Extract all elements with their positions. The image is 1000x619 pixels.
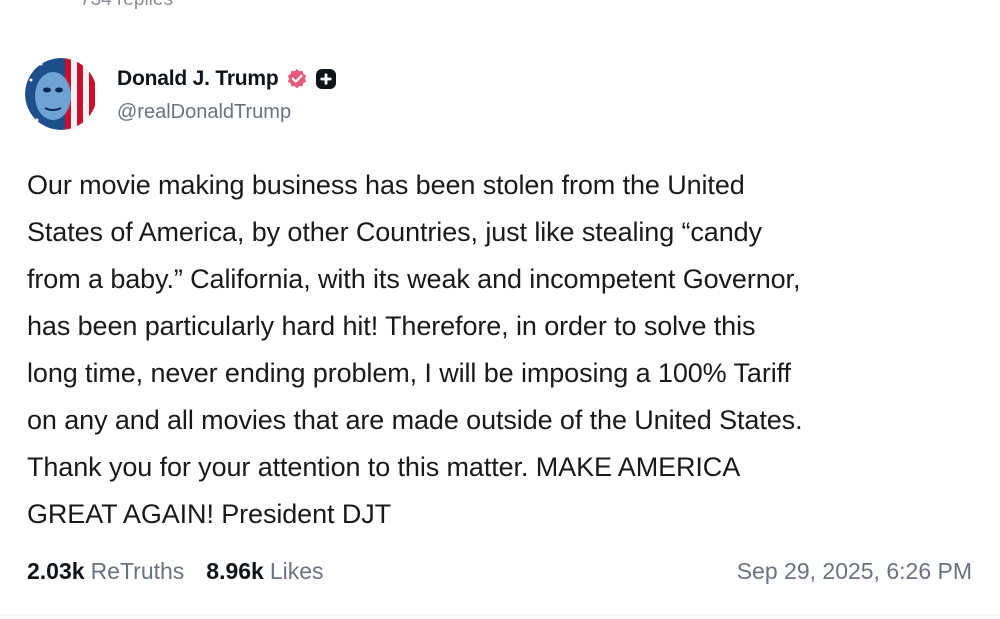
post-author-row: Donald J. Trump @realDonaldTrump xyxy=(25,58,337,130)
post-body-line: States of America, by other Countries, j… xyxy=(27,217,762,247)
post-body-line: long time, never ending problem, I will … xyxy=(27,358,791,388)
post-timestamp[interactable]: Sep 29, 2025, 6:26 PM xyxy=(737,558,972,585)
likes-stat[interactable]: 8.96k Likes xyxy=(206,558,323,585)
post-stats-row: 2.03k ReTruths 8.96k Likes xyxy=(27,558,324,585)
likes-label: Likes xyxy=(269,558,324,584)
retruths-label: ReTruths xyxy=(90,558,185,584)
verified-badge-icon xyxy=(286,68,308,90)
post-body-line: from a baby.” California, with its weak … xyxy=(27,264,801,294)
replies-count-partial[interactable]: 734 replies xyxy=(80,0,173,11)
author-display-name[interactable]: Donald J. Trump xyxy=(117,67,279,91)
post-body-line: has been particularly hard hit! Therefor… xyxy=(27,311,756,341)
avatar[interactable] xyxy=(25,58,97,130)
author-handle[interactable]: @realDonaldTrump xyxy=(117,101,337,124)
author-meta: Donald J. Trump @realDonaldTrump xyxy=(117,64,337,124)
post-body-line: on any and all movies that are made outs… xyxy=(27,405,803,435)
author-name-line: Donald J. Trump xyxy=(117,64,337,94)
avatar-image xyxy=(25,58,97,130)
post-body-line: Our movie making business has been stole… xyxy=(27,170,745,200)
retruths-stat[interactable]: 2.03k ReTruths xyxy=(27,558,184,585)
post-body-line: Thank you for your attention to this mat… xyxy=(27,452,741,482)
post-body-line: GREAT AGAIN! President DJT xyxy=(27,499,392,529)
likes-count: 8.96k xyxy=(206,558,264,584)
plus-badge-icon xyxy=(315,68,337,90)
post-page: 734 replies xyxy=(0,0,1000,619)
post-divider xyxy=(0,615,1000,616)
retruths-count: 2.03k xyxy=(27,558,85,584)
post-body: Our movie making business has been stole… xyxy=(27,162,987,538)
